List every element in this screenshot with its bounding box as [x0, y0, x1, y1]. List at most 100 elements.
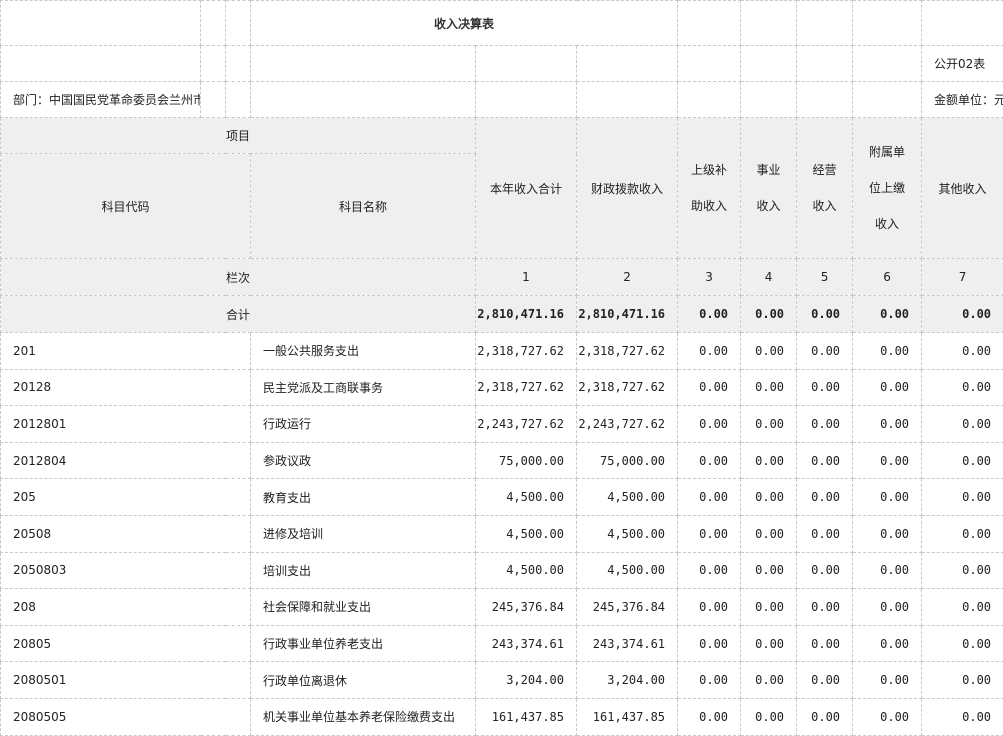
amount-cell: 0.00 — [678, 552, 741, 589]
amount-cell: 4,500.00 — [476, 479, 577, 516]
amount-cell: 0.00 — [678, 333, 741, 370]
amount-cell: 75,000.00 — [577, 442, 678, 479]
amount-cell: 0.00 — [678, 442, 741, 479]
subject-name: 行政事业单位养老支出 — [251, 625, 476, 662]
subject-code: 20805 — [1, 625, 251, 662]
total-value: 0.00 — [922, 296, 1003, 333]
unit-label: 金额单位：元 — [922, 82, 1003, 118]
table-row: 20805行政事业单位养老支出243,374.61243,374.610.000… — [1, 625, 1003, 662]
table-row: 2012804参政议政75,000.0075,000.000.000.000.0… — [1, 442, 1003, 479]
amount-cell: 4,500.00 — [476, 515, 577, 552]
amount-cell: 0.00 — [853, 625, 922, 662]
amount-cell: 0.00 — [853, 552, 922, 589]
amount-cell: 4,500.00 — [577, 515, 678, 552]
amount-cell: 0.00 — [741, 662, 797, 699]
amount-cell: 2,243,727.62 — [577, 406, 678, 443]
amount-cell: 0.00 — [678, 369, 741, 406]
amount-cell: 0.00 — [678, 589, 741, 626]
amount-cell: 0.00 — [853, 333, 922, 370]
amount-cell: 0.00 — [678, 515, 741, 552]
amount-cell: 0.00 — [678, 479, 741, 516]
subject-name: 行政单位离退休 — [251, 662, 476, 699]
amount-cell: 0.00 — [922, 442, 1003, 479]
amount-cell: 3,204.00 — [577, 662, 678, 699]
amount-cell: 2,318,727.62 — [476, 369, 577, 406]
total-value: 2,810,471.16 — [476, 296, 577, 333]
amount-cell: 245,376.84 — [476, 589, 577, 626]
amount-cell: 75,000.00 — [476, 442, 577, 479]
table-row: 208社会保障和就业支出245,376.84245,376.840.000.00… — [1, 589, 1003, 626]
column-number: 6 — [853, 259, 922, 296]
amount-cell: 0.00 — [853, 698, 922, 735]
amount-cell: 4,500.00 — [476, 552, 577, 589]
column-number: 5 — [797, 259, 853, 296]
amount-cell: 4,500.00 — [577, 552, 678, 589]
column-number-label: 栏次 — [1, 259, 476, 296]
header-affiliated: 附属单位上缴收入 — [853, 118, 922, 259]
header-other: 其他收入 — [922, 118, 1003, 259]
amount-cell: 0.00 — [741, 406, 797, 443]
subject-name: 进修及培训 — [251, 515, 476, 552]
column-number: 2 — [577, 259, 678, 296]
amount-cell: 0.00 — [922, 479, 1003, 516]
amount-cell: 3,204.00 — [476, 662, 577, 699]
subject-name: 培训支出 — [251, 552, 476, 589]
amount-cell: 0.00 — [797, 333, 853, 370]
column-number: 7 — [922, 259, 1003, 296]
amount-cell: 2,318,727.62 — [577, 369, 678, 406]
table-row: 20128民主党派及工商联事务2,318,727.622,318,727.620… — [1, 369, 1003, 406]
amount-cell: 0.00 — [741, 369, 797, 406]
table-row: 2080501行政单位离退休3,204.003,204.000.000.000.… — [1, 662, 1003, 699]
amount-cell: 0.00 — [853, 589, 922, 626]
table-row: 205教育支出4,500.004,500.000.000.000.000.000… — [1, 479, 1003, 516]
subject-name: 一般公共服务支出 — [251, 333, 476, 370]
total-value: 0.00 — [678, 296, 741, 333]
amount-cell: 0.00 — [797, 369, 853, 406]
amount-cell: 0.00 — [741, 333, 797, 370]
subject-name: 教育支出 — [251, 479, 476, 516]
amount-cell: 0.00 — [853, 515, 922, 552]
header-fiscal: 财政拨款收入 — [577, 118, 678, 259]
amount-cell: 0.00 — [741, 589, 797, 626]
amount-cell: 161,437.85 — [476, 698, 577, 735]
subject-name: 民主党派及工商联事务 — [251, 369, 476, 406]
subject-name: 行政运行 — [251, 406, 476, 443]
form-code: 公开02表 — [922, 46, 1003, 82]
title-row: 收入决算表 — [1, 1, 1003, 46]
total-value: 0.00 — [797, 296, 853, 333]
amount-cell: 2,318,727.62 — [577, 333, 678, 370]
header-name: 科目名称 — [251, 154, 476, 259]
amount-cell: 0.00 — [797, 552, 853, 589]
amount-cell: 0.00 — [922, 333, 1003, 370]
subject-code: 2050803 — [1, 552, 251, 589]
subject-name: 社会保障和就业支出 — [251, 589, 476, 626]
amount-cell: 0.00 — [678, 625, 741, 662]
amount-cell: 0.00 — [922, 552, 1003, 589]
amount-cell: 2,243,727.62 — [476, 406, 577, 443]
amount-cell: 0.00 — [797, 479, 853, 516]
amount-cell: 0.00 — [922, 369, 1003, 406]
subject-code: 2080505 — [1, 698, 251, 735]
amount-cell: 0.00 — [797, 406, 853, 443]
table-row: 2012801行政运行2,243,727.622,243,727.620.000… — [1, 406, 1003, 443]
subject-name: 参政议政 — [251, 442, 476, 479]
amount-cell: 0.00 — [922, 625, 1003, 662]
total-label: 合计 — [1, 296, 476, 333]
amount-cell: 0.00 — [922, 589, 1003, 626]
amount-cell: 161,437.85 — [577, 698, 678, 735]
total-value: 2,810,471.16 — [577, 296, 678, 333]
amount-cell: 0.00 — [853, 479, 922, 516]
amount-cell: 0.00 — [741, 698, 797, 735]
header-superior: 上级补助收入 — [678, 118, 741, 259]
subject-code: 2080501 — [1, 662, 251, 699]
subject-code: 20128 — [1, 369, 251, 406]
amount-cell: 0.00 — [922, 515, 1003, 552]
amount-cell: 0.00 — [678, 406, 741, 443]
amount-cell: 0.00 — [797, 698, 853, 735]
data-rows: 201一般公共服务支出2,318,727.622,318,727.620.000… — [1, 333, 1003, 736]
amount-cell: 4,500.00 — [577, 479, 678, 516]
subject-code: 208 — [1, 589, 251, 626]
column-number: 4 — [741, 259, 797, 296]
amount-cell: 0.00 — [797, 662, 853, 699]
amount-cell: 0.00 — [741, 625, 797, 662]
